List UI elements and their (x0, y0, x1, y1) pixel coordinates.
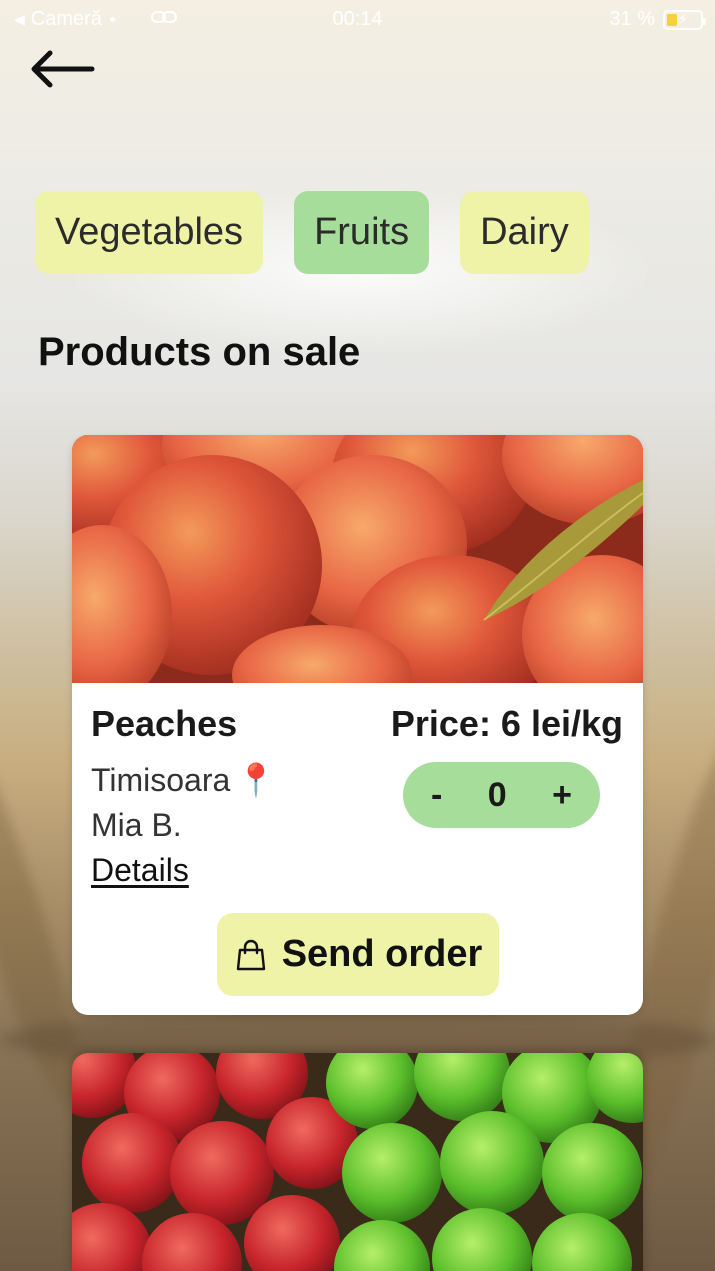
product-card (72, 1053, 643, 1271)
category-dairy[interactable]: Dairy (460, 191, 589, 274)
product-image (72, 1053, 643, 1271)
decrease-button[interactable]: - (431, 776, 442, 815)
quantity-value: 0 (487, 775, 507, 814)
product-card: Peaches Price: 6 lei/kg Timisoara 📍 Mia … (72, 435, 643, 1015)
status-bar: ◀ Cameră 00:14 31 % ⚡ (0, 0, 715, 40)
product-location: Timisoara 📍 (91, 761, 276, 799)
send-order-button[interactable]: Send order (217, 913, 499, 996)
quantity-stepper: - 0 + (403, 762, 600, 828)
product-name: Peaches (91, 703, 238, 744)
category-fruits[interactable]: Fruits (294, 191, 430, 274)
section-title: Products on sale (38, 330, 361, 374)
status-time: 00:14 (332, 8, 383, 30)
category-vegetables[interactable]: Vegetables (35, 191, 264, 274)
battery-icon: ⚡ (663, 9, 706, 30)
product-image (72, 435, 643, 683)
battery-percent: 31 % (609, 8, 655, 30)
details-link[interactable]: Details (91, 852, 189, 889)
shopping-bag-icon (236, 939, 265, 970)
location-pin-icon: 📍 (236, 762, 277, 798)
product-price: Price: 6 lei/kg (390, 703, 623, 744)
increase-button[interactable]: + (552, 776, 572, 815)
product-seller: Mia B. (91, 807, 182, 843)
category-tabs: Vegetables Fruits Dairy (35, 191, 589, 274)
send-order-label: Send order (281, 933, 483, 975)
back-button[interactable] (26, 44, 102, 94)
location-label: Timisoara (91, 761, 231, 798)
arrow-left-icon (31, 50, 95, 88)
